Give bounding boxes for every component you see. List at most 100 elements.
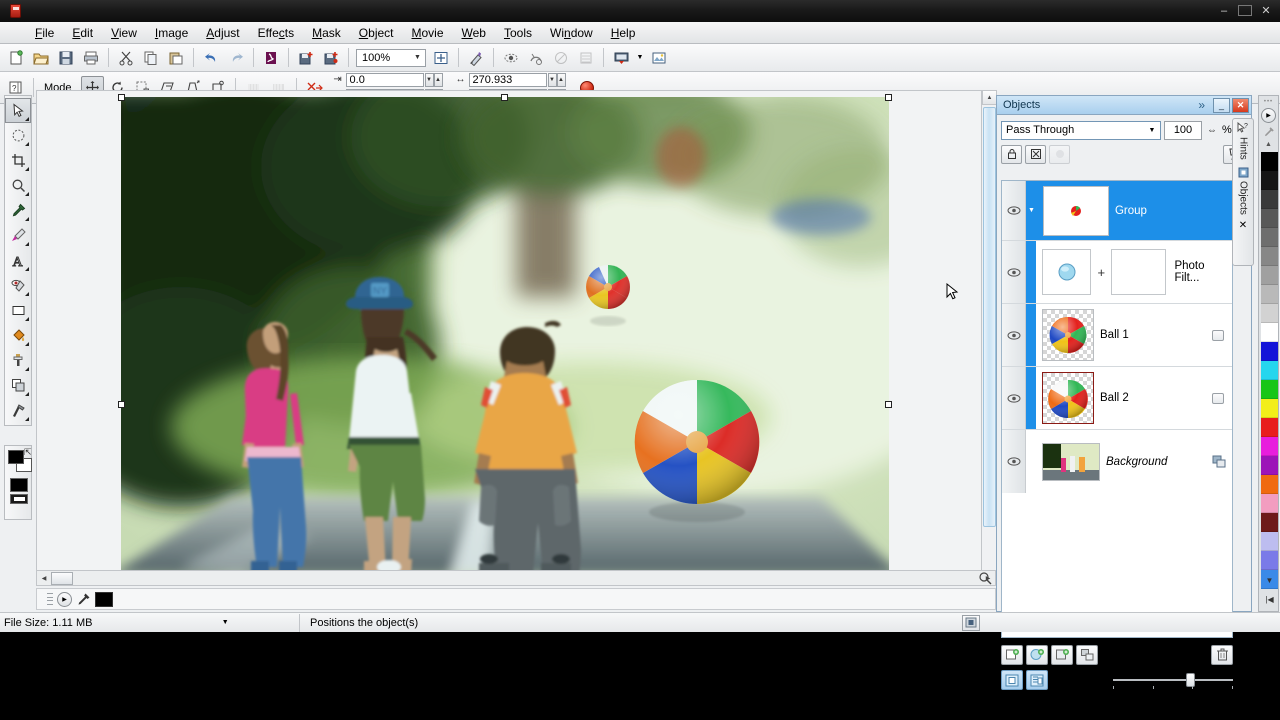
layer-body-ball-1[interactable]: Ball 1 (1036, 304, 1232, 366)
layer-link-toggle-ball-1[interactable] (1212, 330, 1224, 341)
tab-hints[interactable]: Hints (1238, 137, 1249, 160)
opacity-input[interactable]: 100 (1164, 121, 1202, 140)
save-special-icon[interactable] (294, 46, 318, 69)
red-eye-icon[interactable] (499, 46, 523, 69)
menu-item-window[interactable]: Window (541, 24, 602, 42)
toggle-thumbnail-button[interactable] (1001, 670, 1023, 690)
image-status-icon[interactable] (962, 615, 980, 631)
new-icon[interactable] (4, 46, 28, 69)
effects-tool[interactable] (5, 398, 31, 423)
zoom-corner-icon[interactable] (974, 570, 996, 586)
palette-color-7[interactable] (1261, 285, 1278, 304)
cut-icon[interactable] (114, 46, 138, 69)
flood-fill-tool[interactable] (5, 323, 31, 348)
background-link-icon[interactable] (1212, 455, 1226, 468)
restore-button[interactable] (1238, 5, 1252, 16)
save-icon[interactable] (54, 46, 78, 69)
crop-tool[interactable] (5, 148, 31, 173)
close-tab-icon[interactable]: ✕ (1239, 220, 1247, 231)
menu-item-movie[interactable]: Movie (403, 24, 453, 42)
redo-icon[interactable] (224, 46, 248, 69)
expand-panel-icon[interactable]: » (1192, 98, 1211, 112)
new-group-button[interactable] (1076, 645, 1098, 665)
minimize-panel-button[interactable]: _ (1213, 98, 1230, 113)
opacity-slider-icon[interactable]: ⇔ (1205, 125, 1219, 136)
present-caret-icon[interactable]: ▼ (634, 46, 646, 69)
present-icon[interactable] (609, 46, 633, 69)
hints-icon[interactable]: ? (1236, 122, 1250, 135)
lock-transparency-button[interactable] (1001, 145, 1022, 164)
close-panel-button[interactable]: ✕ (1232, 98, 1249, 113)
canvas-horizontal-scrollbar[interactable]: ◀ ▶ (36, 570, 996, 586)
drag-handle-icon[interactable] (47, 592, 53, 606)
chevron-down-icon[interactable]: ▼ (410, 54, 425, 61)
palette-color-20[interactable] (1261, 532, 1278, 551)
layer-row-group[interactable]: ▼ Group (1002, 181, 1232, 241)
menu-item-web[interactable]: Web (453, 24, 495, 42)
blend-mode-select[interactable]: Pass Through ▼ (1001, 121, 1161, 140)
current-sample-swatch[interactable] (95, 592, 113, 607)
selection-handle-tc[interactable] (501, 94, 508, 101)
palette-color-0[interactable] (1261, 152, 1278, 171)
layer-link-toggle-ball-2[interactable] (1212, 393, 1224, 404)
menu-item-image[interactable]: Image (146, 24, 197, 42)
copy-icon[interactable] (139, 46, 163, 69)
palette-color-4[interactable] (1261, 228, 1278, 247)
palette-color-5[interactable] (1261, 247, 1278, 266)
menu-item-view[interactable]: View (102, 24, 146, 42)
text-tool[interactable]: A (5, 248, 31, 273)
selection-handle-mr[interactable] (885, 401, 892, 408)
menu-item-help[interactable]: Help (602, 24, 645, 42)
scroll-up-icon[interactable]: ▲ (982, 90, 997, 105)
menu-item-edit[interactable]: Edit (63, 24, 102, 42)
layer-body-ball-2[interactable]: Ball 2 (1036, 367, 1232, 429)
visibility-toggle-ball-1[interactable] (1002, 304, 1026, 366)
menu-item-object[interactable]: Object (350, 24, 403, 42)
menu-item-file[interactable]: File (26, 24, 63, 42)
objects-tab-icon[interactable] (1237, 166, 1250, 179)
new-raster-layer-button[interactable] (1001, 645, 1023, 665)
menu-item-mask[interactable]: Mask (303, 24, 350, 42)
palette-color-2[interactable] (1261, 190, 1278, 209)
palette-color-1[interactable] (1261, 171, 1278, 190)
width-input[interactable]: 270.933 (469, 73, 547, 87)
palette-color-17[interactable] (1261, 475, 1278, 494)
delete-layer-button[interactable] (1211, 645, 1233, 665)
selection-handle-ml[interactable] (118, 401, 125, 408)
palette-scroll-up-icon[interactable]: ▲ (1265, 141, 1272, 148)
foreground-material-swatch[interactable] (10, 478, 28, 492)
zoom-tool[interactable] (5, 173, 31, 198)
palette-color-6[interactable] (1261, 266, 1278, 285)
visibility-toggle-photo-filter[interactable] (1002, 241, 1026, 303)
palette-reset-icon[interactable]: |◀ (1261, 590, 1278, 609)
open-icon[interactable] (29, 46, 53, 69)
play-circle-icon[interactable]: ▶ (1261, 108, 1276, 123)
palette-eyedropper-icon[interactable] (1263, 126, 1275, 138)
thumbnail-size-slider[interactable] (1113, 671, 1233, 689)
dropper-tool[interactable] (5, 198, 31, 223)
noise-icon[interactable] (574, 46, 598, 69)
zoom-level-combo[interactable]: 100% ▼ (356, 49, 426, 67)
fit-to-window-icon[interactable] (429, 46, 453, 69)
palette-color-16[interactable] (1261, 456, 1278, 475)
tab-objects[interactable]: Objects (1238, 181, 1249, 215)
position-x-spinner[interactable]: ▼▲ (425, 73, 443, 87)
palette-color-21[interactable] (1261, 551, 1278, 570)
object-select-tool[interactable] (5, 373, 31, 398)
palette-color-13[interactable] (1261, 399, 1278, 418)
palette-color-12[interactable] (1261, 380, 1278, 399)
layer-list[interactable]: ▼ Group + (1001, 180, 1233, 638)
paste-icon[interactable] (164, 46, 188, 69)
scroll-left-icon[interactable]: ◀ (37, 571, 51, 585)
menu-item-tools[interactable]: Tools (495, 24, 541, 42)
palette-color-11[interactable] (1261, 361, 1278, 380)
canvas-vertical-scrollbar[interactable]: ▲ (981, 90, 996, 572)
sample-eyedropper-icon[interactable] (76, 592, 91, 607)
swap-colors-icon[interactable]: ⇱ (24, 447, 32, 458)
palette-color-9[interactable] (1261, 323, 1278, 342)
palette-scroll-down-icon[interactable]: ▼ (1261, 571, 1278, 590)
chevron-down-icon[interactable]: ▼ (152, 619, 300, 626)
shape-tool[interactable] (5, 298, 31, 323)
layer-body-photo-filter[interactable]: + Photo Filt... (1036, 241, 1232, 303)
layer-row-background[interactable]: Background (1002, 430, 1232, 493)
